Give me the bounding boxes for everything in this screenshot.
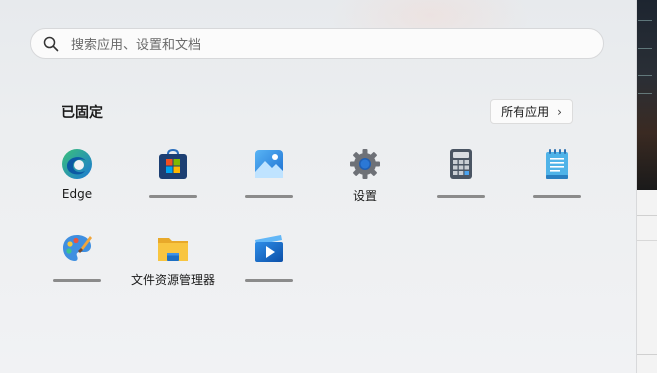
all-apps-button[interactable]: 所有应用 › <box>490 99 573 124</box>
pinned-app-file-explorer[interactable]: 文件资源管理器 <box>125 232 221 302</box>
background-divider <box>637 354 657 355</box>
search-input[interactable]: 搜索应用、设置和文档 <box>30 28 604 59</box>
all-apps-label: 所有应用 <box>501 105 550 119</box>
calculator-icon <box>445 148 477 180</box>
app-label-placeholder <box>149 195 197 198</box>
pinned-app-calculator[interactable] <box>413 148 509 218</box>
notepad-icon <box>541 148 573 180</box>
pinned-app-paint[interactable] <box>29 232 125 302</box>
edge-icon <box>61 148 93 180</box>
app-label-placeholder <box>53 279 101 282</box>
app-label-placeholder <box>437 195 485 198</box>
search-icon <box>43 36 59 52</box>
pinned-app-clipchamp[interactable] <box>221 232 317 302</box>
photos-icon <box>253 148 285 180</box>
background-divider <box>637 215 657 216</box>
pinned-app-store[interactable] <box>125 148 221 218</box>
chevron-right-icon: › <box>557 104 562 119</box>
pinned-app-notepad[interactable] <box>509 148 605 218</box>
app-label-placeholder <box>533 195 581 198</box>
start-menu: 搜索应用、设置和文档 已固定 所有应用 › Edge 设置 文件资源管理器 <box>0 0 637 373</box>
pinned-app-photos[interactable] <box>221 148 317 218</box>
clipchamp-video-icon <box>253 232 285 264</box>
pinned-app-edge[interactable]: Edge <box>29 148 125 218</box>
pinned-app-settings[interactable]: 设置 <box>317 148 413 218</box>
paint-palette-icon <box>61 232 93 264</box>
settings-gear-icon <box>349 148 381 180</box>
app-label-placeholder <box>245 279 293 282</box>
background-divider <box>637 240 657 241</box>
background-window-dark-area <box>635 0 657 190</box>
app-label-placeholder <box>245 195 293 198</box>
store-icon <box>157 148 189 180</box>
file-explorer-folder-icon <box>157 232 189 264</box>
pinned-section-title: 已固定 <box>61 105 103 121</box>
search-placeholder: 搜索应用、设置和文档 <box>71 38 202 53</box>
